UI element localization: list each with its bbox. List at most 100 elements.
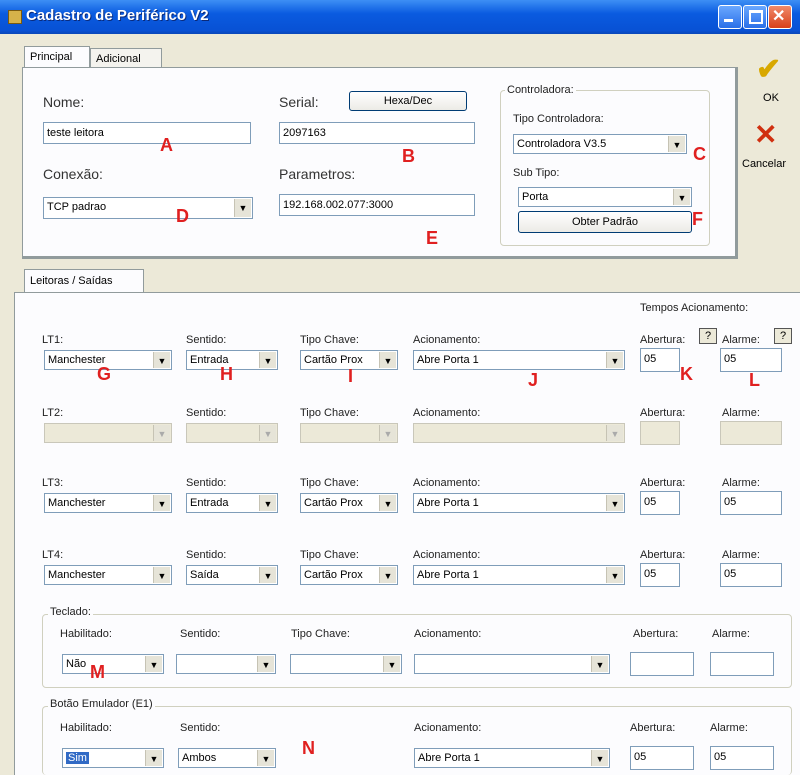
lt1-acionamento-select-value: Abre Porta 1 xyxy=(417,354,479,366)
lt3-alarme-label: Alarme: xyxy=(722,477,760,489)
marker-h: H xyxy=(220,364,233,384)
tab-adicional[interactable]: Adicional xyxy=(90,48,162,68)
lt2-alarme-input[interactable] xyxy=(720,421,782,445)
lt1-tipo-chave-label: Tipo Chave: xyxy=(300,334,359,346)
botao-alarme-label: Alarme: xyxy=(710,722,748,734)
lt3-abertura-input[interactable]: 05 xyxy=(640,491,680,515)
chevron-down-icon: ▼ xyxy=(379,495,396,511)
sub-tipo-value: Porta xyxy=(522,191,549,203)
minimize-button[interactable] xyxy=(718,5,742,29)
maximize-button[interactable] xyxy=(743,5,767,29)
lt2-abertura-input[interactable] xyxy=(640,421,680,445)
lt2-sentido-select[interactable]: ▼ xyxy=(186,423,278,443)
lt1-acionamento-select[interactable]: Abre Porta 1 ▼ xyxy=(413,350,625,370)
cancel-button[interactable]: ✕ Cancelar xyxy=(742,118,800,178)
botao-abertura-label: Abertura: xyxy=(630,722,676,734)
lt4-tipo-chave-select-value: Cartão Prox xyxy=(304,569,363,581)
obter-padrao-button[interactable]: Obter Padrão xyxy=(518,211,692,233)
teclado-abertura-label: Abertura: xyxy=(633,628,679,640)
lt4-alarme-input[interactable]: 05 xyxy=(720,563,782,587)
botao-sentido-label: Sentido: xyxy=(180,722,221,734)
conexao-select[interactable]: TCP padrao ▼ xyxy=(43,197,253,219)
chevron-down-icon: ▼ xyxy=(259,352,276,368)
alarme-help-button[interactable]: ? xyxy=(774,328,792,344)
botao-sentido-select[interactable]: Ambos ▼ xyxy=(178,748,276,768)
chevron-down-icon: ▼ xyxy=(259,495,276,511)
lt3-sentido-select[interactable]: Entrada ▼ xyxy=(186,493,278,513)
title-bar[interactable]: Cadastro de Periférico V2 ✕ xyxy=(0,0,800,34)
tab-leitoras-saidas[interactable]: Leitoras / Saídas xyxy=(24,269,144,293)
lt2-acionamento-label: Acionamento: xyxy=(413,407,481,419)
marker-m: M xyxy=(90,662,105,682)
botao-habilitado-value: Sim xyxy=(66,752,89,764)
nome-input[interactable]: teste leitora xyxy=(43,122,251,144)
marker-j: J xyxy=(528,370,539,390)
chevron-down-icon: ▼ xyxy=(259,567,276,583)
lt2-label: LT2: xyxy=(42,407,64,419)
teclado-sentido-select[interactable]: ▼ xyxy=(176,654,276,674)
lt4-leitor-select[interactable]: Manchester ▼ xyxy=(44,565,172,585)
check-icon: ✔ xyxy=(756,53,782,86)
lt1-alarme-input[interactable]: 05 xyxy=(720,348,782,372)
chevron-down-icon: ▼ xyxy=(153,425,170,441)
chevron-down-icon: ▼ xyxy=(379,425,396,441)
lt1-tipo-chave-select-value: Cartão Prox xyxy=(304,354,363,366)
lt3-acionamento-select[interactable]: Abre Porta 1 ▼ xyxy=(413,493,625,513)
lt3-alarme-input[interactable]: 05 xyxy=(720,491,782,515)
parametros-input[interactable]: 192.168.002.077:3000 xyxy=(279,194,475,216)
cancel-label: Cancelar xyxy=(742,158,787,170)
botao-abertura-input[interactable]: 05 xyxy=(630,746,694,770)
botao-habilitado-select[interactable]: Sim ▼ xyxy=(62,748,164,768)
sub-tipo-select[interactable]: Porta ▼ xyxy=(518,187,692,207)
lt3-leitor-select-value: Manchester xyxy=(48,497,106,509)
teclado-abertura-input[interactable] xyxy=(630,652,694,676)
principal-panel: Nome: teste leitora Serial: Hexa/Dec 209… xyxy=(22,67,738,259)
lt2-sentido-label: Sentido: xyxy=(186,407,227,419)
x-icon: ✕ xyxy=(754,119,778,150)
controladora-legend: Controladora: xyxy=(505,84,576,96)
botao-alarme-input[interactable]: 05 xyxy=(710,746,774,770)
tempos-acionamento-label: Tempos Acionamento: xyxy=(640,302,749,314)
teclado-habilitado-select[interactable]: Não ▼ xyxy=(62,654,164,674)
lt2-acionamento-select[interactable]: ▼ xyxy=(413,423,625,443)
abertura-help-button[interactable]: ? xyxy=(699,328,717,344)
marker-k: K xyxy=(680,364,693,384)
close-button[interactable]: ✕ xyxy=(768,5,792,29)
window-title: Cadastro de Periférico V2 xyxy=(26,7,209,24)
conexao-label: Conexão: xyxy=(43,166,103,182)
marker-n: N xyxy=(302,738,315,758)
lt3-tipo-chave-select-value: Cartão Prox xyxy=(304,497,363,509)
parametros-label: Parametros: xyxy=(279,166,356,182)
chevron-down-icon: ▼ xyxy=(145,656,162,672)
lt4-tipo-chave-select[interactable]: Cartão Prox ▼ xyxy=(300,565,398,585)
lt4-acionamento-select[interactable]: Abre Porta 1 ▼ xyxy=(413,565,625,585)
teclado-tipo-chave-select[interactable]: ▼ xyxy=(290,654,402,674)
teclado-acionamento-select[interactable]: ▼ xyxy=(414,654,610,674)
lt4-abertura-input[interactable]: 05 xyxy=(640,563,680,587)
botao-acionamento-select[interactable]: Abre Porta 1 ▼ xyxy=(414,748,610,768)
serial-input[interactable]: 2097163 xyxy=(279,122,475,144)
tab-principal[interactable]: Principal xyxy=(24,46,90,68)
lt4-sentido-select[interactable]: Saída ▼ xyxy=(186,565,278,585)
botao-acion-value: Abre Porta 1 xyxy=(418,752,480,764)
tipo-controladora-select[interactable]: Controladora V3.5 ▼ xyxy=(513,134,687,154)
chevron-down-icon: ▼ xyxy=(606,495,623,511)
ok-button[interactable]: ✔ OK xyxy=(746,52,800,108)
lt2-tipo-chave-label: Tipo Chave: xyxy=(300,407,359,419)
chevron-down-icon: ▼ xyxy=(591,656,608,672)
lt2-leitor-select[interactable]: ▼ xyxy=(44,423,172,443)
botao-acionamento-label: Acionamento: xyxy=(414,722,482,734)
lt1-abertura-input[interactable]: 05 xyxy=(640,348,680,372)
lt4-acionamento-label: Acionamento: xyxy=(413,549,481,561)
lt3-tipo-chave-select[interactable]: Cartão Prox ▼ xyxy=(300,493,398,513)
lt1-abertura-label: Abertura: xyxy=(640,334,686,346)
hexa-dec-button[interactable]: Hexa/Dec xyxy=(349,91,467,111)
lt4-sentido-select-value: Saída xyxy=(190,569,219,581)
lt1-acionamento-label: Acionamento: xyxy=(413,334,481,346)
lt4-tipo-chave-label: Tipo Chave: xyxy=(300,549,359,561)
botao-sentido-value: Ambos xyxy=(182,752,217,764)
lt2-tipo-chave-select[interactable]: ▼ xyxy=(300,423,398,443)
lt4-label: LT4: xyxy=(42,549,64,561)
teclado-alarme-input[interactable] xyxy=(710,652,774,676)
lt3-leitor-select[interactable]: Manchester ▼ xyxy=(44,493,172,513)
